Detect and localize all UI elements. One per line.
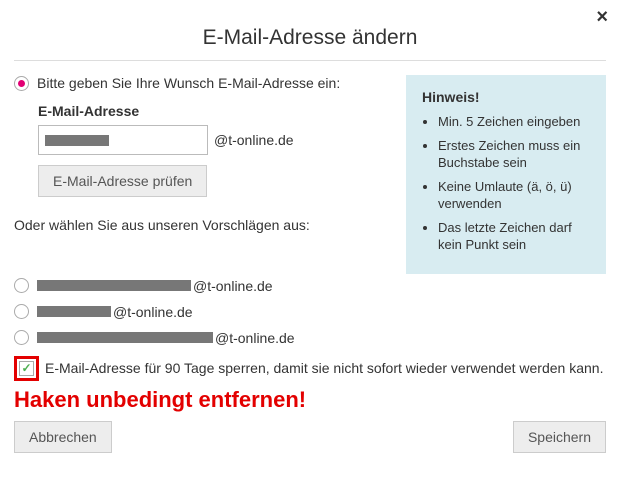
- suggestion-domain: @t-online.de: [215, 330, 295, 346]
- suggestion-domain: @t-online.de: [113, 304, 193, 320]
- hint-box: Hinweis! Min. 5 Zeichen eingeben Erstes …: [406, 75, 606, 274]
- suggestion-row[interactable]: @t-online.de: [14, 304, 606, 320]
- email-field-label: E-Mail-Adresse: [38, 103, 392, 119]
- lock-checkbox[interactable]: ✓: [19, 361, 34, 376]
- hint-item: Keine Umlaute (ä, ö, ü) verwenden: [438, 178, 590, 213]
- hint-list: Min. 5 Zeichen eingeben Erstes Zeichen m…: [422, 113, 590, 254]
- suggestion-row[interactable]: @t-online.de: [14, 330, 606, 346]
- radio-suggestion-1[interactable]: [14, 278, 29, 293]
- lock-label: E-Mail-Adresse für 90 Tage sperren, dami…: [45, 360, 603, 376]
- check-email-button[interactable]: E-Mail-Adresse prüfen: [38, 165, 207, 197]
- close-icon[interactable]: ×: [596, 6, 608, 29]
- hint-item: Min. 5 Zeichen eingeben: [438, 113, 590, 131]
- radio-suggestion-2[interactable]: [14, 304, 29, 319]
- suggestion-row[interactable]: @t-online.de: [14, 278, 606, 294]
- radio-custom-email[interactable]: [14, 76, 29, 91]
- option-custom-label: Bitte geben Sie Ihre Wunsch E-Mail-Adres…: [37, 75, 340, 91]
- domain-suffix: @t-online.de: [214, 132, 294, 148]
- hint-item: Erstes Zeichen muss ein Buchstabe sein: [438, 137, 590, 172]
- lock-checkbox-highlight: ✓: [14, 356, 39, 381]
- alert-annotation: Haken unbedingt entfernen!: [14, 387, 606, 413]
- redacted-suggestion: [37, 306, 111, 317]
- or-text: Oder wählen Sie aus unseren Vorschlägen …: [14, 217, 392, 233]
- hint-item: Das letzte Zeichen darf kein Punkt sein: [438, 219, 590, 254]
- redacted-suggestion: [37, 332, 213, 343]
- redacted-suggestion: [37, 280, 191, 291]
- cancel-button[interactable]: Abbrechen: [14, 421, 112, 453]
- radio-suggestion-3[interactable]: [14, 330, 29, 345]
- redacted-input-value: [45, 135, 109, 146]
- save-button[interactable]: Speichern: [513, 421, 606, 453]
- hint-title: Hinweis!: [422, 89, 590, 105]
- dialog-title: E-Mail-Adresse ändern: [14, 0, 606, 61]
- email-input[interactable]: [38, 125, 208, 155]
- suggestion-domain: @t-online.de: [193, 278, 273, 294]
